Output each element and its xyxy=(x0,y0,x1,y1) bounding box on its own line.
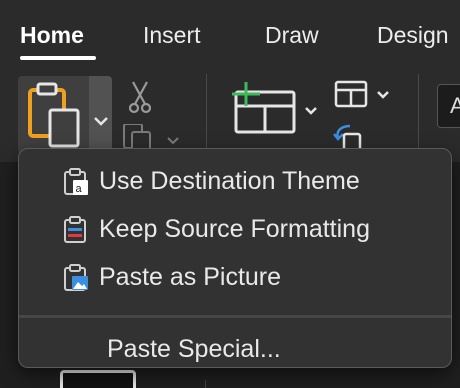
paste-picture-icon xyxy=(64,264,88,291)
ribbon-separator xyxy=(418,74,419,158)
active-tab-indicator xyxy=(20,56,96,60)
menu-item-keep-source-formatting[interactable]: Keep Source Formatting xyxy=(19,206,451,252)
tab-draw[interactable]: Draw xyxy=(265,22,319,49)
menu-item-use-destination-theme[interactable]: a Use Destination Theme xyxy=(19,158,451,204)
menu-item-label: Use Destination Theme xyxy=(99,166,360,195)
menu-item-paste-special[interactable]: Paste Special... xyxy=(19,326,451,372)
menu-item-label: Paste Special... xyxy=(107,334,281,363)
font-name-field[interactable]: A xyxy=(437,84,460,128)
paste-icon xyxy=(28,82,80,148)
svg-text:a: a xyxy=(76,183,83,195)
paste-destination-theme-icon: a xyxy=(64,168,88,195)
pane-divider xyxy=(205,380,206,388)
paste-options-dropdown[interactable] xyxy=(89,76,112,154)
paste-keep-source-icon xyxy=(64,216,86,243)
tab-home[interactable]: Home xyxy=(20,22,84,49)
menu-separator xyxy=(19,315,451,318)
chevron-down-icon xyxy=(94,117,108,126)
app-window: Home Insert Draw Design A a Use Destinat… xyxy=(0,0,460,388)
layout-icon[interactable] xyxy=(334,80,394,110)
cut-icon[interactable] xyxy=(127,80,153,114)
ribbon-tabs: Home Insert Draw Design xyxy=(0,0,460,66)
menu-item-label: Paste as Picture xyxy=(99,262,282,291)
tab-design[interactable]: Design xyxy=(377,22,449,49)
menu-item-label: Keep Source Formatting xyxy=(99,214,370,243)
ribbon-separator xyxy=(206,74,207,158)
paste-options-menu: a Use Destination Theme Keep Source Form… xyxy=(18,148,452,368)
new-slide-icon[interactable] xyxy=(228,82,324,138)
menu-item-paste-as-picture[interactable]: Paste as Picture xyxy=(19,254,451,300)
slide-thumbnail[interactable] xyxy=(60,370,136,388)
tab-insert[interactable]: Insert xyxy=(143,22,201,49)
